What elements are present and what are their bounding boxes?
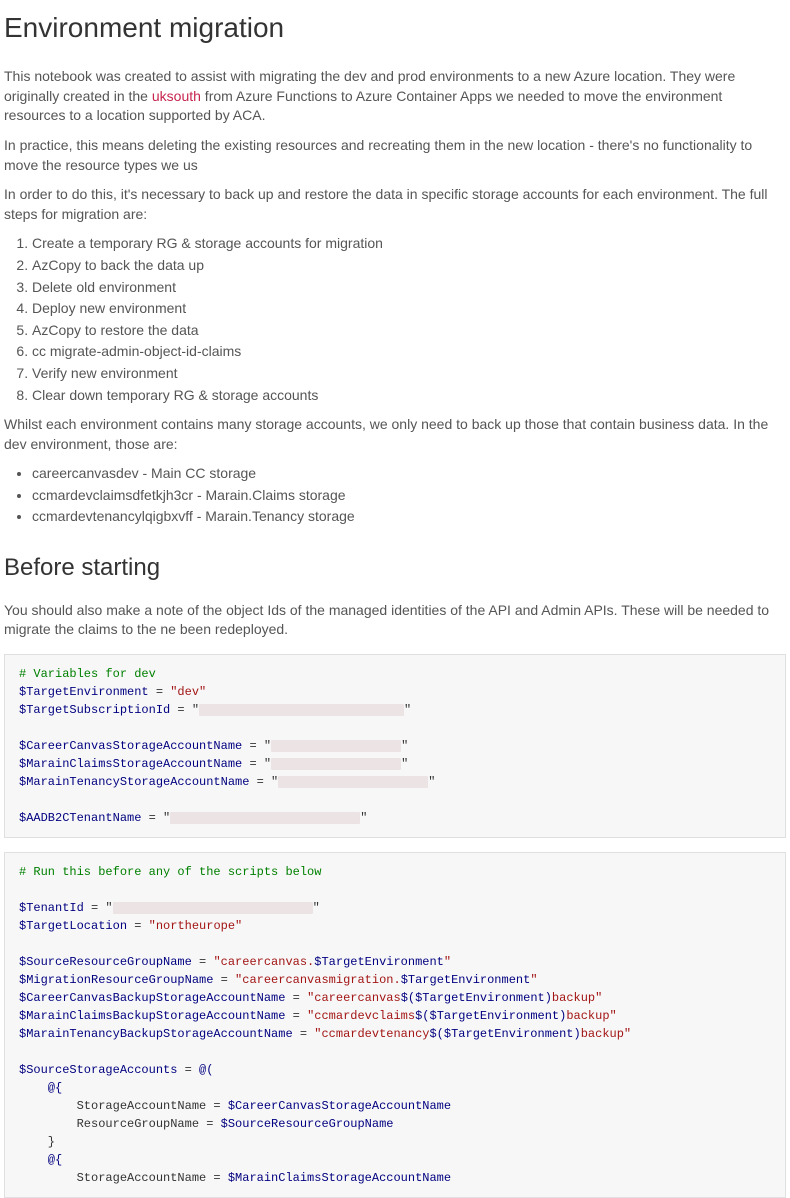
redacted-value (199, 704, 404, 716)
code-quote: " (313, 901, 320, 915)
code-brace: } (19, 1135, 55, 1149)
list-item: Create a temporary RG & storage accounts… (32, 234, 786, 254)
code-quote: " (401, 757, 408, 771)
code-string: " (530, 973, 537, 987)
code-subexpr: ) (574, 1027, 581, 1041)
code-subexpr: $( (415, 1009, 429, 1023)
storage-intro-paragraph: Whilst each environment contains many st… (4, 415, 786, 454)
list-item: cc migrate-admin-object-id-claims (32, 342, 786, 362)
code-var: $TargetLocation (19, 919, 127, 933)
intro-paragraph-1: This notebook was created to assist with… (4, 67, 786, 126)
code-cell-setup[interactable]: # Run this before any of the scripts bel… (4, 852, 786, 1198)
code-subexpr: ) (559, 1009, 566, 1023)
migration-steps-list: Create a temporary RG & storage accounts… (4, 234, 786, 405)
before-starting-heading: Before starting (4, 551, 786, 585)
list-item: ccmardevtenancylqigbxvff - Marain.Tenanc… (32, 507, 786, 527)
code-op: = " (170, 703, 199, 717)
code-comment: # Run this before any of the scripts bel… (19, 865, 321, 879)
intro-paragraph-2: In practice, this means deleting the exi… (4, 136, 786, 175)
list-item: careercanvasdev - Main CC storage (32, 464, 786, 484)
list-item: Verify new environment (32, 364, 786, 384)
code-string: " (444, 955, 451, 969)
code-array: @( (199, 1063, 213, 1077)
code-var: $TenantId (19, 901, 84, 915)
region-link[interactable]: uksouth (152, 88, 201, 104)
list-item: Deploy new environment (32, 299, 786, 319)
code-quote: " (401, 739, 408, 753)
code-var: $MarainClaimsBackupStorageAccountName (19, 1009, 285, 1023)
code-string: backup" (552, 991, 602, 1005)
code-quote: " (404, 703, 411, 717)
code-string: "ccmardevtenancy (314, 1027, 429, 1041)
code-var: $MigrationResourceGroupName (19, 973, 213, 987)
code-var: $CareerCanvasStorageAccountName (228, 1099, 451, 1113)
code-string: "ccmardevclaims (307, 1009, 415, 1023)
redacted-value (113, 902, 313, 914)
page-title: Environment migration (4, 8, 786, 47)
code-var: $SourceResourceGroupName (19, 955, 192, 969)
code-var: $TargetEnvironment (430, 1009, 560, 1023)
code-property: StorageAccountName = (19, 1099, 228, 1113)
code-property: StorageAccountName = (19, 1171, 228, 1185)
code-var: $MarainClaimsStorageAccountName (19, 757, 242, 771)
code-op: = " (242, 757, 271, 771)
list-item: AzCopy to back the data up (32, 256, 786, 276)
code-var: $TargetEnvironment (314, 955, 444, 969)
code-var: $TargetEnvironment (415, 991, 545, 1005)
list-item: AzCopy to restore the data (32, 321, 786, 341)
code-op: = " (242, 739, 271, 753)
redacted-value (271, 758, 401, 770)
list-item: Delete old environment (32, 278, 786, 298)
code-op: = (293, 1027, 315, 1041)
code-comment: # Variables for dev (19, 667, 156, 681)
code-string: backup" (566, 1009, 616, 1023)
list-item: Clear down temporary RG & storage accoun… (32, 386, 786, 406)
code-string: "careercanvas (307, 991, 401, 1005)
code-var: $SourceResourceGroupName (221, 1117, 394, 1131)
code-op: = " (84, 901, 113, 915)
code-subexpr: $( (429, 1027, 443, 1041)
code-var: $AADB2CTenantName (19, 811, 141, 825)
before-starting-paragraph: You should also make a note of the objec… (4, 601, 786, 640)
list-item: ccmardevclaimsdfetkjh3cr - Marain.Claims… (32, 486, 786, 506)
code-string: "northeurope" (149, 919, 243, 933)
code-var: $SourceStorageAccounts (19, 1063, 177, 1077)
code-hash: @{ (19, 1081, 62, 1095)
code-var: $TargetEnvironment (444, 1027, 574, 1041)
redacted-value (170, 812, 360, 824)
code-op: = (149, 685, 171, 699)
code-quote: " (428, 775, 435, 789)
code-op: = (285, 991, 307, 1005)
code-op: = (127, 919, 149, 933)
code-cell-variables[interactable]: # Variables for dev $TargetEnvironment =… (4, 654, 786, 838)
code-var: $TargetEnvironment (19, 685, 149, 699)
code-string: backup" (581, 1027, 631, 1041)
redacted-value (271, 740, 401, 752)
code-op: = (192, 955, 214, 969)
code-string: "careercanvas. (213, 955, 314, 969)
code-var: $TargetSubscriptionId (19, 703, 170, 717)
storage-accounts-list: careercanvasdev - Main CC storage ccmard… (4, 464, 786, 527)
code-string: "dev" (170, 685, 206, 699)
code-op: = (285, 1009, 307, 1023)
intro-paragraph-3: In order to do this, it's necessary to b… (4, 185, 786, 224)
code-string: "careercanvasmigration. (235, 973, 401, 987)
code-var: $MarainClaimsStorageAccountName (228, 1171, 451, 1185)
code-var: $MarainTenancyStorageAccountName (19, 775, 249, 789)
redacted-value (278, 776, 428, 788)
code-subexpr: $( (401, 991, 415, 1005)
code-var: $MarainTenancyBackupStorageAccountName (19, 1027, 293, 1041)
code-property: ResourceGroupName = (19, 1117, 221, 1131)
code-hash: @{ (19, 1153, 62, 1167)
code-var: $TargetEnvironment (401, 973, 531, 987)
code-var: $CareerCanvasStorageAccountName (19, 739, 242, 753)
code-op: = (213, 973, 235, 987)
code-op: = " (141, 811, 170, 825)
code-var: $CareerCanvasBackupStorageAccountName (19, 991, 285, 1005)
code-quote: " (360, 811, 367, 825)
code-op: = " (249, 775, 278, 789)
code-op: = (177, 1063, 199, 1077)
code-subexpr: ) (545, 991, 552, 1005)
